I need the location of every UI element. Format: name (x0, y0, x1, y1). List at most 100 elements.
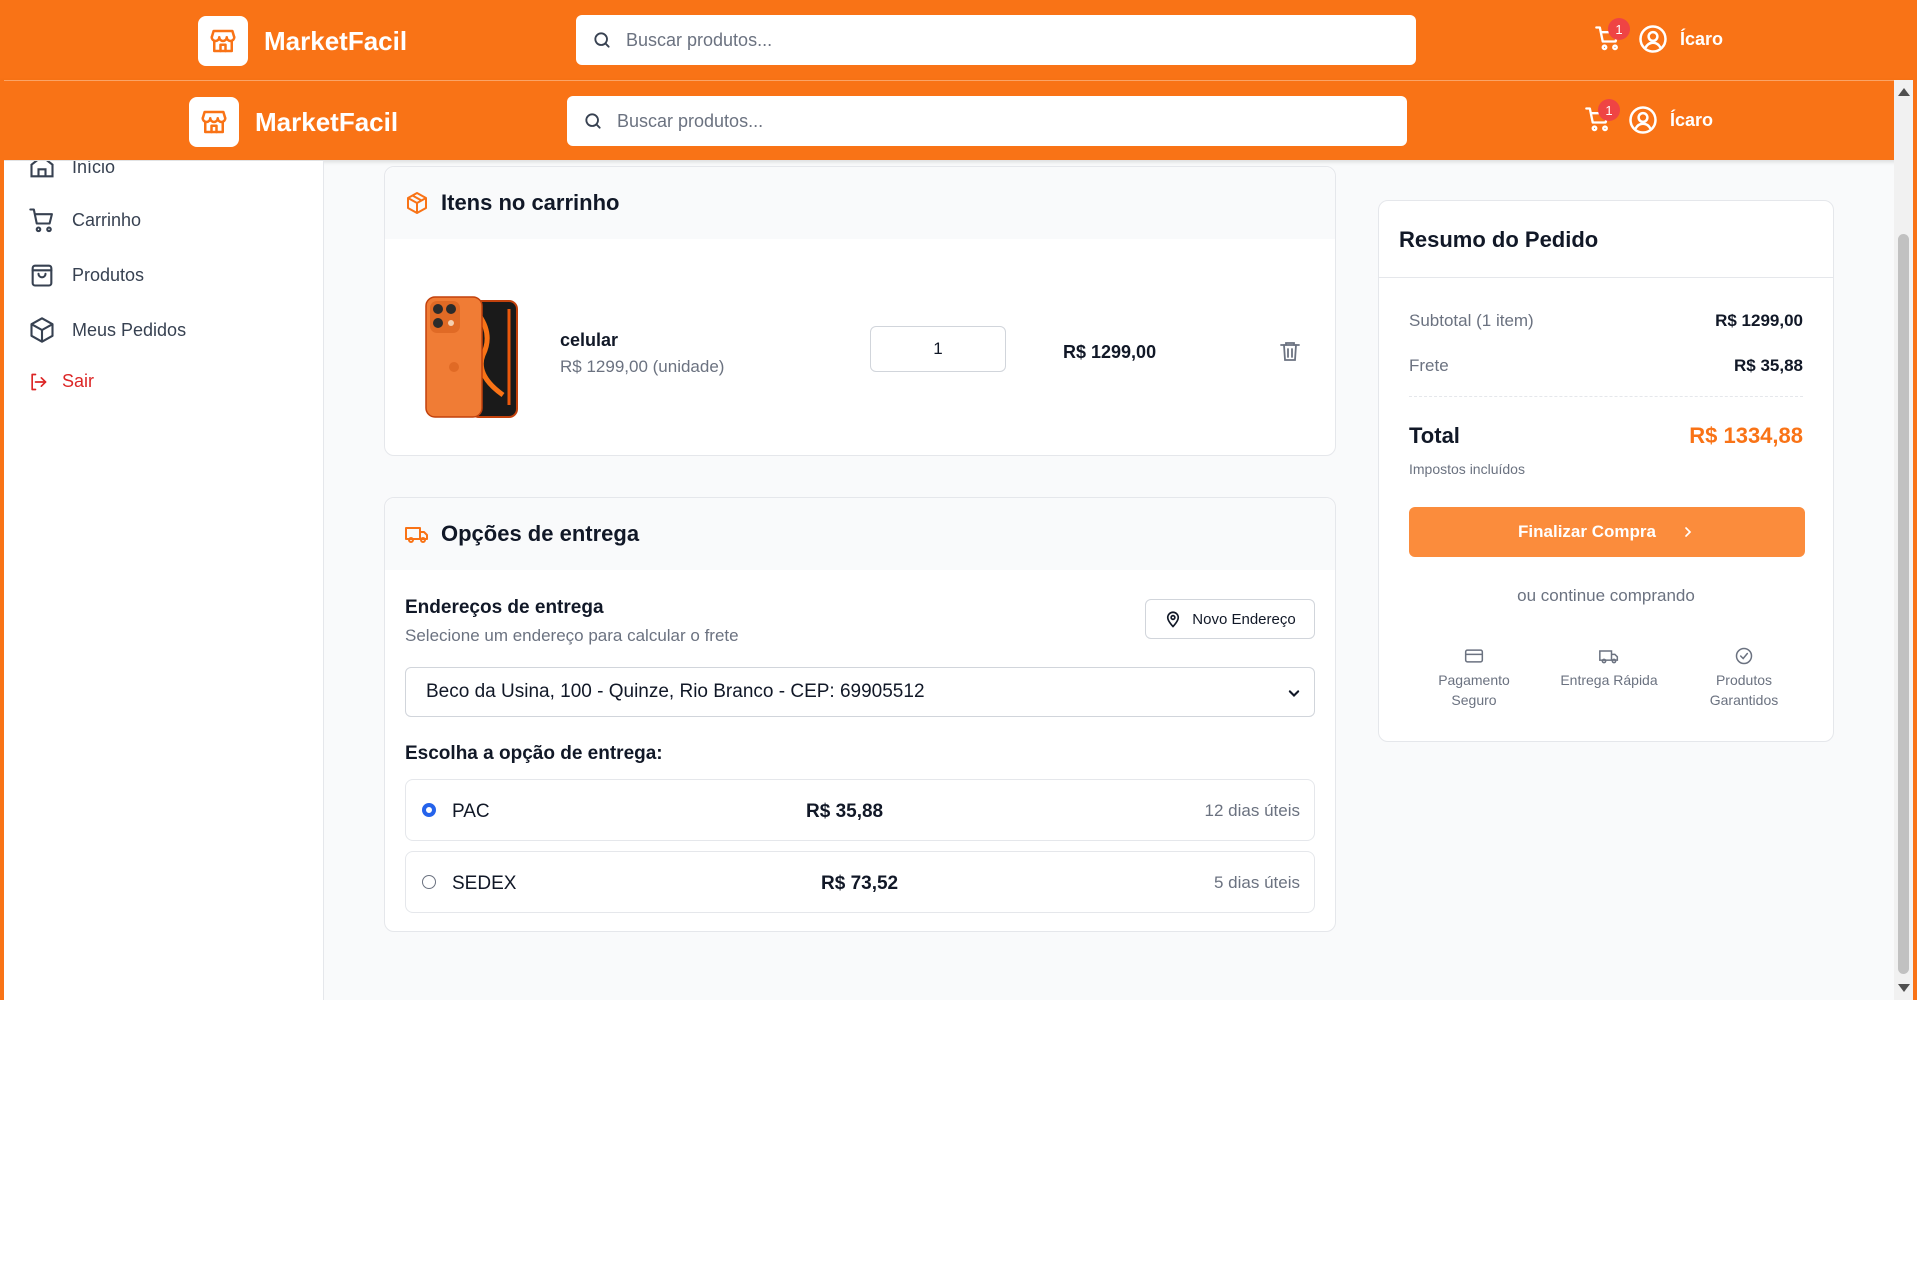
address-select[interactable]: Beco da Usina, 100 - Quinze, Rio Branco … (405, 667, 1315, 717)
user-menu[interactable]: Ícaro (1638, 24, 1723, 54)
subtotal-row: Subtotal (1 item) R$ 1299,00 (1409, 311, 1803, 331)
addresses-title: Endereços de entrega (405, 597, 604, 618)
order-summary-card: Resumo do Pedido Subtotal (1 item) R$ 12… (1378, 200, 1834, 742)
top-header: MarketFacil 1 Ícaro (0, 80, 1917, 160)
shipping-price: R$ 35,88 (806, 801, 884, 822)
brand[interactable]: MarketFacil (189, 97, 398, 147)
check-circle-icon (1735, 647, 1753, 665)
product-unit-price: R$ 1299,00 (unidade) (560, 357, 725, 376)
continue-shopping-link[interactable]: ou continue comprando (1379, 586, 1833, 606)
brand[interactable]: MarketFacil (198, 16, 407, 66)
chevron-right-icon (1685, 527, 1692, 537)
map-pin-icon (1167, 611, 1180, 628)
package-icon (407, 192, 427, 214)
card-icon (1464, 649, 1484, 663)
user-name: Ícaro (1670, 109, 1714, 130)
sidebar-item-meus-pedidos[interactable]: Meus Pedidos (28, 316, 186, 344)
cart-items-card: Itens no carrinho celular R$ 1299,00 (un… (384, 166, 1336, 456)
new-address-label: Novo Endereço (1192, 610, 1296, 628)
search-input[interactable] (626, 29, 1368, 51)
total-label: Total (1409, 423, 1460, 448)
logout-icon (31, 373, 47, 390)
total-value: R$ 1334,88 (1689, 423, 1803, 448)
scrollbar-thumb[interactable] (1898, 234, 1909, 974)
cart-items-title: Itens no carrinho (441, 190, 620, 215)
search-icon (594, 32, 610, 48)
app-window: MarketFacil 1 Ícaro MarketFacil 1 (0, 0, 1917, 1000)
sidebar-item-sair[interactable]: Sair (28, 371, 94, 392)
cart-button[interactable]: 1 (1584, 99, 1620, 137)
shipping-option-sedex[interactable]: SEDEX R$ 73,52 5 dias úteis (405, 851, 1315, 913)
cart-icon (29, 208, 53, 233)
top-header-ghost: MarketFacil 1 Ícaro (0, 0, 1917, 80)
sidebar-item-carrinho[interactable]: Carrinho (28, 206, 141, 234)
sidebar-item-label: Produtos (72, 264, 145, 285)
product-name: celular (560, 330, 619, 350)
summary-divider (1379, 277, 1833, 278)
store-logo-icon (189, 97, 239, 147)
store-logo-icon (198, 16, 248, 66)
user-name: Ícaro (1680, 28, 1724, 49)
quantity-input[interactable] (870, 326, 1006, 372)
search-bar[interactable] (576, 15, 1416, 65)
finish-purchase-label: Finalizar Compra (1518, 522, 1656, 541)
box-icon (30, 317, 54, 343)
finish-purchase-button[interactable]: Finalizar Compra (1409, 507, 1805, 557)
subtotal-label: Subtotal (1 item) (1409, 311, 1534, 330)
scroll-down-icon[interactable] (1898, 984, 1910, 992)
truck-icon (405, 527, 428, 543)
cart-items-header: Itens no carrinho (385, 167, 1335, 239)
product-image (423, 295, 523, 420)
addresses-description: Selecione um endereço para calcular o fr… (405, 626, 739, 645)
shipping-value: R$ 35,88 (1734, 356, 1803, 375)
feature-label: Entrega Rápida (1560, 672, 1658, 688)
selected-address: Beco da Usina, 100 - Quinze, Rio Branco … (426, 681, 925, 702)
search-bar[interactable] (567, 96, 1407, 146)
feature-fast-delivery: Entrega Rápida (1554, 646, 1664, 690)
shipping-days: 5 dias úteis (1214, 873, 1300, 892)
sidebar-item-label: Meus Pedidos (72, 319, 187, 340)
user-icon (1629, 106, 1657, 134)
brand-name: MarketFacil (255, 106, 399, 137)
shipping-days: 12 dias úteis (1204, 801, 1300, 820)
feature-label: Produtos Garantidos (1709, 672, 1779, 708)
feature-guaranteed-products: Produtos Garantidos (1689, 646, 1799, 710)
sidebar: Início Carrinho Produtos Meus Pedidos Sa… (4, 161, 324, 1000)
user-icon (1639, 25, 1667, 53)
chevron-down-icon (1288, 690, 1300, 697)
sidebar-item-label: Sair (62, 371, 95, 391)
subtotal-value: R$ 1299,00 (1715, 311, 1803, 330)
shipping-radio[interactable] (422, 803, 436, 817)
search-input[interactable] (617, 110, 1359, 132)
shipping-name: PAC (452, 801, 490, 822)
shipping-label: Frete (1409, 356, 1449, 375)
user-menu[interactable]: Ícaro (1628, 105, 1713, 135)
total-row: Total R$ 1334,88 (1409, 423, 1803, 449)
sidebar-item-label: Carrinho (72, 209, 142, 230)
feature-secure-payment: Pagamento Seguro (1419, 646, 1529, 710)
line-total: R$ 1299,00 (1063, 342, 1157, 362)
cart-count-badge: 1 (1598, 99, 1620, 121)
shipping-name: SEDEX (452, 873, 517, 894)
taxes-note: Impostos incluídos (1409, 461, 1525, 477)
scroll-up-icon[interactable] (1898, 88, 1910, 96)
shipping-row: Frete R$ 35,88 (1409, 356, 1803, 376)
page-scrollbar[interactable] (1894, 80, 1913, 1000)
search-icon (585, 113, 601, 129)
new-address-button[interactable]: Novo Endereço (1145, 599, 1315, 639)
total-divider (1409, 396, 1803, 397)
shipping-option-pac[interactable]: PAC R$ 35,88 12 dias úteis (405, 779, 1315, 841)
delivery-title: Opções de entrega (441, 521, 640, 546)
delivery-header: Opções de entrega (385, 498, 1335, 570)
shipping-price: R$ 73,52 (821, 873, 899, 894)
delivery-card: Opções de entrega Endereços de entrega S… (384, 497, 1336, 932)
cart-count-badge: 1 (1608, 18, 1630, 40)
sidebar-item-produtos[interactable]: Produtos (28, 261, 144, 289)
remove-item-button[interactable] (1278, 339, 1302, 368)
truck-icon (1599, 650, 1619, 664)
cart-button[interactable]: 1 (1594, 18, 1630, 56)
feature-label: Pagamento Seguro (1438, 672, 1510, 708)
trash-icon (1280, 342, 1300, 361)
brand-name: MarketFacil (264, 25, 408, 56)
shipping-radio[interactable] (422, 875, 436, 889)
